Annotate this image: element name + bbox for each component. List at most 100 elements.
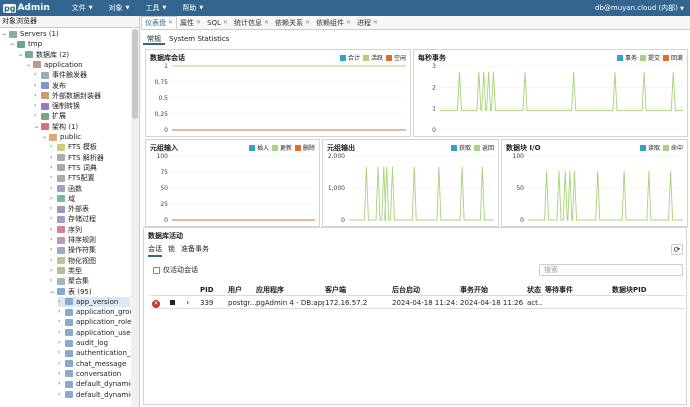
tree-node[interactable]: › 域	[50, 194, 75, 204]
tree-node[interactable]: › 扩展	[34, 111, 66, 121]
chevron-right-icon[interactable]: ›	[50, 276, 57, 286]
menu-1[interactable]: 对象 ▼	[109, 3, 130, 13]
chevron-right-icon[interactable]: ›	[50, 235, 57, 245]
tab-2[interactable]: SQL ✕	[204, 16, 231, 29]
tree-node[interactable]: › application_group	[58, 307, 132, 317]
tree-node[interactable]: › FTS配置	[50, 173, 95, 183]
activity-search-input[interactable]: 搜索	[539, 264, 683, 276]
column-header[interactable]: 用户	[228, 284, 242, 296]
column-header[interactable]: PID	[200, 284, 214, 296]
tab-0[interactable]: 仪表盘 ✕	[141, 16, 178, 29]
subtab-0[interactable]: 常规	[143, 33, 165, 45]
chevron-right-icon[interactable]: ›	[50, 194, 57, 204]
chevron-right-icon[interactable]: ›	[58, 390, 65, 400]
close-icon[interactable]: ✕	[196, 19, 201, 26]
close-icon[interactable]: ✕	[264, 19, 269, 26]
subtab-1[interactable]: System Statistics	[165, 33, 233, 45]
tree-node[interactable]: › 事件触发器	[34, 70, 87, 80]
chevron-right-icon[interactable]: ›	[50, 245, 57, 255]
chevron-down-icon[interactable]: ⌄	[26, 60, 33, 70]
close-icon[interactable]: ✕	[346, 19, 351, 26]
active-sessions-checkbox[interactable]: 仅活动会话	[153, 265, 198, 275]
chevron-right-icon[interactable]: ›	[34, 101, 41, 111]
tree-node[interactable]: › 操作符集	[50, 245, 96, 255]
tree-node[interactable]: ⌄ 架构 (1)	[34, 122, 78, 132]
chevron-right-icon[interactable]: ›	[50, 214, 57, 224]
chevron-right-icon[interactable]: ›	[58, 328, 65, 338]
chevron-down-icon[interactable]: ⌄	[2, 29, 9, 39]
tree-node[interactable]: › app_version	[58, 296, 130, 307]
column-header[interactable]: 数据块PID	[612, 284, 647, 296]
chevron-right-icon[interactable]: ›	[58, 348, 65, 358]
tree-node[interactable]: › FTS 词典	[50, 163, 97, 173]
tree-node[interactable]: › FTS 模板	[50, 142, 97, 152]
tree-node[interactable]: ⌄ tmp	[10, 39, 42, 49]
chevron-right-icon[interactable]: ›	[34, 111, 41, 121]
menu-0[interactable]: 文件 ▼	[72, 3, 93, 13]
tree-node[interactable]: › chat_message	[58, 359, 126, 369]
chevron-right-icon[interactable]: ›	[34, 81, 41, 91]
chevron-right-icon[interactable]: ›	[50, 153, 57, 163]
close-icon[interactable]: ✕	[223, 19, 228, 26]
expand-row-button[interactable]: ›	[186, 297, 189, 309]
chevron-down-icon[interactable]: ⌄	[34, 122, 41, 132]
table-row[interactable]: ✕ › 339 postgr... pgAdmin 4 - DB:appli..…	[150, 297, 685, 309]
tree-node[interactable]: › 序列	[50, 225, 82, 235]
tree-node[interactable]: › 存储过程	[50, 214, 96, 224]
tree-node[interactable]: ⌄ public	[42, 132, 81, 142]
column-header[interactable]: 应用程序	[256, 284, 284, 296]
chevron-right-icon[interactable]: ›	[50, 204, 57, 214]
tree-node[interactable]: ⌄ 数据库 (2)	[18, 50, 69, 60]
tree-node[interactable]: › 排序规则	[50, 235, 96, 245]
chevron-right-icon[interactable]: ›	[50, 173, 57, 183]
chevron-right-icon[interactable]: ›	[58, 317, 65, 327]
tree-node[interactable]: › authentication_token	[58, 348, 132, 358]
tab-5[interactable]: 依赖组件 ✕	[313, 16, 354, 29]
column-header[interactable]: 客户端	[325, 284, 346, 296]
chevron-right-icon[interactable]: ›	[58, 338, 65, 348]
tree-node[interactable]: › 外部数据封装器	[34, 91, 101, 101]
chevron-right-icon[interactable]: ›	[50, 142, 57, 152]
pgadmin-logo[interactable]: pg Admin	[3, 3, 50, 13]
tree-node[interactable]: › application_user	[58, 328, 132, 338]
tab-3[interactable]: 统计信息 ✕	[231, 16, 272, 29]
activity-tab-2[interactable]: 准备事务	[181, 244, 209, 257]
chevron-right-icon[interactable]: ›	[50, 266, 57, 276]
chevron-down-icon[interactable]: ⌄	[10, 39, 17, 49]
tree-node[interactable]: ⌄ application	[26, 60, 83, 70]
tree-node[interactable]: › conversation	[58, 369, 121, 379]
chevron-right-icon[interactable]: ›	[58, 359, 65, 369]
terminate-session-button[interactable]: ✕	[152, 297, 160, 309]
chevron-down-icon[interactable]: ⌄	[50, 287, 57, 297]
tab-1[interactable]: 属性 ✕	[177, 16, 204, 29]
tree-node[interactable]: › 类型	[50, 266, 82, 276]
tree-node[interactable]: › FTS 解析器	[50, 153, 104, 163]
tree-node[interactable]: ⌄ 表 (95)	[50, 287, 92, 297]
tree-node[interactable]: › application_role	[58, 317, 131, 327]
column-header[interactable]: 等待事件	[545, 284, 573, 296]
tree-node[interactable]: › 发布	[34, 81, 66, 91]
chevron-right-icon[interactable]: ›	[58, 369, 65, 379]
tree-scrollbar-thumb[interactable]	[132, 29, 138, 119]
activity-tab-0[interactable]: 会话	[148, 244, 162, 257]
tree-node[interactable]: › 物化视图	[50, 256, 96, 266]
chevron-right-icon[interactable]: ›	[34, 70, 41, 80]
close-icon[interactable]: ✕	[373, 19, 378, 26]
tree-node[interactable]: › 强制转换	[34, 101, 80, 111]
tree-node[interactable]: › audit_log	[58, 338, 108, 348]
close-icon[interactable]: ✕	[168, 19, 173, 26]
tree-node[interactable]: › default_dynamic_entity_	[58, 379, 132, 389]
chevron-right-icon[interactable]: ›	[34, 91, 41, 101]
chevron-right-icon[interactable]: ›	[58, 297, 65, 307]
tree-node[interactable]: › 外部表	[50, 204, 89, 214]
chevron-down-icon[interactable]: ⌄	[18, 50, 25, 60]
menu-2[interactable]: 工具 ▼	[145, 3, 166, 13]
chevron-right-icon[interactable]: ›	[58, 307, 65, 317]
user-menu[interactable]: db@muyan.cloud (内部) ▼	[595, 3, 684, 13]
checkbox-box[interactable]	[153, 266, 160, 274]
column-header[interactable]: 事务开始	[460, 284, 488, 296]
tree-node[interactable]: › 函数	[50, 184, 82, 194]
activity-tab-1[interactable]: 锁	[168, 244, 175, 257]
tree-scrollbar[interactable]	[131, 29, 139, 407]
tab-4[interactable]: 依赖关系 ✕	[272, 16, 313, 29]
